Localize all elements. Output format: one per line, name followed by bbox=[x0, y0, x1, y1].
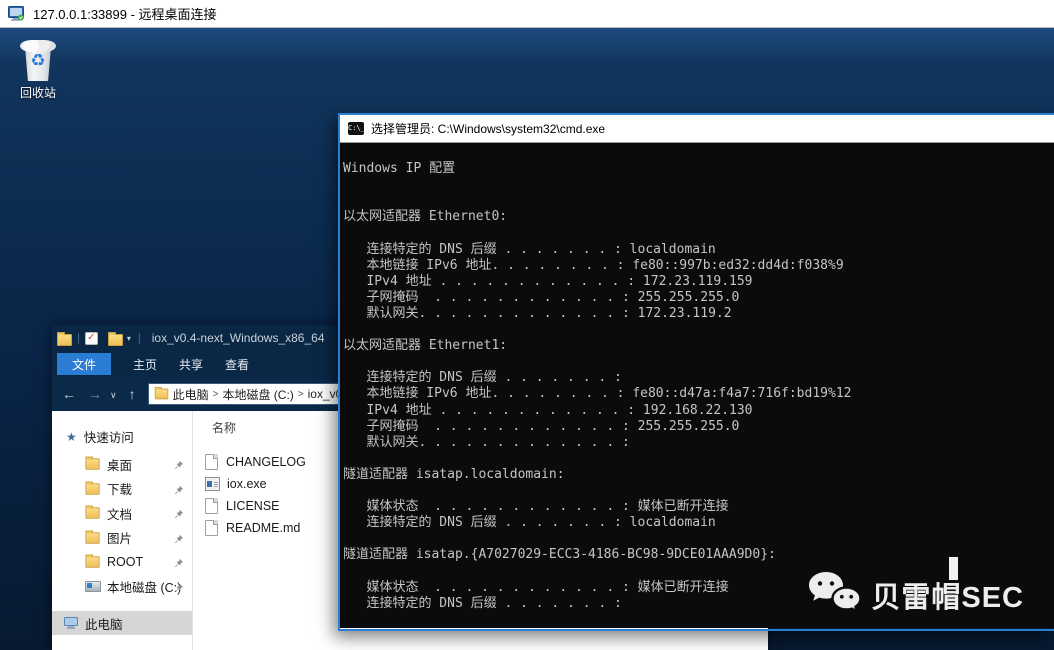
pin-icon bbox=[174, 459, 184, 473]
downloads-folder-icon bbox=[85, 483, 99, 494]
explorer-app-folder-icon bbox=[57, 334, 72, 346]
file-name: CHANGELOG bbox=[226, 455, 306, 469]
rdp-session-screen: 127.0.0.1:33899 - 远程桌面连接 ♻ 回收站 | ✓ ▾ | i… bbox=[0, 0, 1054, 650]
sidebar-item-desktop[interactable]: 桌面 bbox=[52, 452, 192, 477]
file-name: README.md bbox=[226, 521, 300, 535]
back-arrow-icon[interactable]: ← bbox=[62, 386, 76, 402]
folder-icon bbox=[85, 557, 99, 568]
tab-share[interactable]: 共享 bbox=[179, 356, 203, 373]
qat-properties-checkbox-icon[interactable]: ✓ bbox=[85, 332, 98, 345]
qat-dropdown-icon[interactable]: ▾ bbox=[127, 334, 131, 343]
pin-icon bbox=[174, 508, 184, 522]
desktop-folder-icon bbox=[85, 459, 99, 470]
pin-icon bbox=[174, 582, 184, 596]
breadcrumb-local-disk[interactable]: 本地磁盘 (C:) bbox=[222, 386, 293, 403]
sidebar-item-quick-access[interactable]: ★ 快速访问 bbox=[66, 427, 192, 446]
tab-view[interactable]: 查看 bbox=[225, 356, 249, 373]
breadcrumb-separator: > bbox=[298, 389, 304, 400]
watermark: 贝雷帽SEC bbox=[805, 569, 1024, 620]
sidebar-item-pictures[interactable]: 图片 bbox=[52, 526, 192, 551]
wechat-icon bbox=[805, 569, 863, 620]
console-output-area[interactable]: Windows IP 配置 以太网适配器 Ethernet0: 连接特定的 DN… bbox=[340, 143, 1054, 628]
sidebar-item-label: 本地磁盘 (C:) bbox=[107, 577, 181, 596]
sidebar-item-this-pc[interactable]: 此电脑 bbox=[52, 611, 192, 635]
cmd-prompt-icon: C:\_ bbox=[348, 122, 364, 135]
pictures-folder-icon bbox=[85, 532, 99, 543]
up-arrow-icon[interactable]: ↑ bbox=[129, 386, 136, 402]
remote-desktop-icon bbox=[8, 6, 25, 21]
qat-separator: | bbox=[138, 332, 141, 344]
file-row-iox-exe[interactable]: iox.exe bbox=[205, 473, 267, 495]
cmd-window: C:\_ 选择管理员: C:\Windows\system32\cmd.exe … bbox=[338, 113, 1054, 631]
recycle-bin-icon: ♻ bbox=[20, 38, 56, 82]
file-icon bbox=[205, 498, 218, 514]
tab-file[interactable]: 文件 bbox=[57, 353, 111, 375]
forward-arrow-icon[interactable]: → bbox=[88, 386, 102, 402]
explorer-window-title: iox_v0.4-next_Windows_x86_64 bbox=[152, 331, 325, 345]
recycle-symbol-icon: ♻ bbox=[20, 50, 56, 72]
pin-icon bbox=[174, 484, 184, 498]
cmd-titlebar[interactable]: C:\_ 选择管理员: C:\Windows\system32\cmd.exe bbox=[340, 115, 1054, 143]
file-icon bbox=[205, 520, 218, 536]
sidebar-item-label: 桌面 bbox=[107, 455, 132, 474]
sidebar-item-label: ROOT bbox=[107, 555, 143, 569]
sidebar-item-local-disk-c[interactable]: 本地磁盘 (C:) bbox=[52, 575, 192, 600]
recent-locations-dropdown-icon[interactable]: ∨ bbox=[110, 390, 117, 401]
this-pc-monitor-icon bbox=[64, 617, 78, 629]
breadcrumb-separator: > bbox=[213, 389, 219, 400]
file-row-readme[interactable]: README.md bbox=[205, 517, 300, 539]
sidebar-item-label: 图片 bbox=[107, 528, 132, 547]
this-pc-label: 此电脑 bbox=[85, 614, 123, 633]
column-header-name[interactable]: 名称 bbox=[212, 419, 236, 436]
pin-icon bbox=[174, 533, 184, 547]
quick-access-label: 快速访问 bbox=[84, 427, 134, 446]
file-row-license[interactable]: LICENSE bbox=[205, 495, 280, 517]
file-icon bbox=[205, 454, 218, 470]
file-row-changelog[interactable]: CHANGELOG bbox=[205, 451, 306, 473]
recycle-bin-shortcut[interactable]: ♻ 回收站 bbox=[10, 38, 66, 106]
rdp-title: 127.0.0.1:33899 - 远程桌面连接 bbox=[33, 4, 217, 23]
drive-icon bbox=[85, 581, 101, 592]
quick-access-star-icon: ★ bbox=[66, 430, 77, 444]
address-folder-icon bbox=[154, 389, 168, 400]
explorer-sidebar: ★ 快速访问 桌面 下载 bbox=[52, 411, 193, 650]
sidebar-item-label: 文档 bbox=[107, 504, 132, 523]
breadcrumb-this-pc[interactable]: 此电脑 bbox=[173, 386, 209, 403]
watermark-text: 贝雷帽SEC bbox=[871, 574, 1024, 616]
sidebar-item-documents[interactable]: 文档 bbox=[52, 501, 192, 526]
qat-separator: | bbox=[77, 332, 80, 344]
sidebar-item-downloads[interactable]: 下载 bbox=[52, 477, 192, 502]
tab-home[interactable]: 主页 bbox=[133, 356, 157, 373]
file-name: iox.exe bbox=[227, 477, 267, 491]
sidebar-item-label: 下载 bbox=[107, 479, 132, 498]
executable-icon bbox=[205, 477, 220, 491]
file-name: LICENSE bbox=[226, 499, 280, 513]
rdp-titlebar[interactable]: 127.0.0.1:33899 - 远程桌面连接 bbox=[0, 0, 1054, 28]
ipconfig-output: Windows IP 配置 以太网适配器 Ethernet0: 连接特定的 DN… bbox=[340, 143, 1054, 612]
cmd-window-title: 选择管理员: C:\Windows\system32\cmd.exe bbox=[371, 120, 605, 137]
recycle-bin-label: 回收站 bbox=[10, 84, 66, 101]
sidebar-item-root[interactable]: ROOT bbox=[52, 550, 192, 575]
qat-new-folder-icon[interactable] bbox=[108, 334, 123, 346]
documents-folder-icon bbox=[85, 508, 99, 519]
pin-icon bbox=[174, 557, 184, 571]
